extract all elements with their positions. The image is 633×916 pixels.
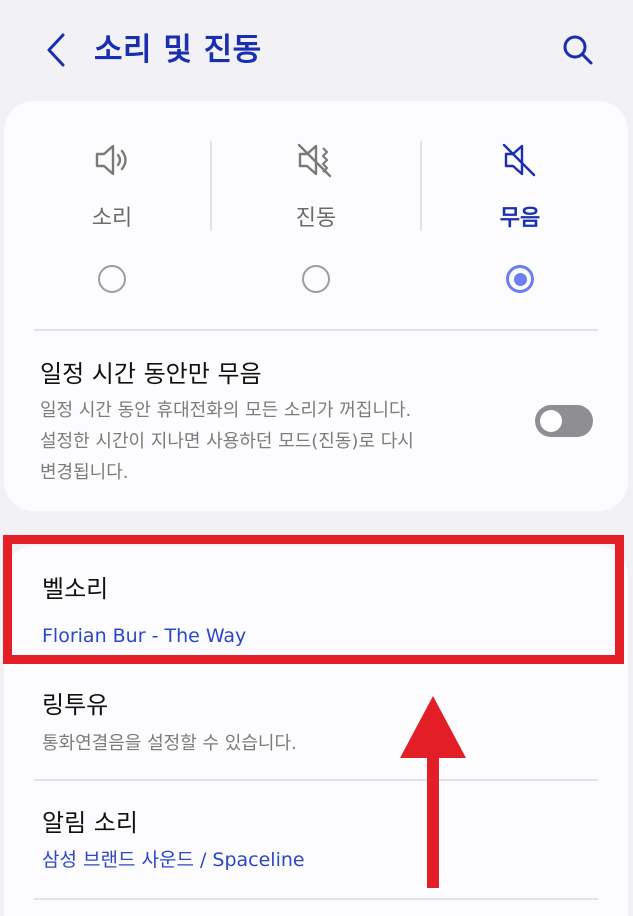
toggle-knob	[540, 410, 562, 432]
sound-settings-list: 벨소리 Florian Bur - The Way 링투유 통화연결음을 설정할…	[4, 546, 628, 916]
vibrate-icon	[296, 131, 336, 189]
mode-sound-label: 소리	[91, 206, 133, 231]
notification-sound-row[interactable]: 알림 소리 삼성 브랜드 사운드 / Spaceline	[4, 792, 628, 892]
mode-mute-radio[interactable]	[506, 265, 534, 293]
divider	[34, 329, 598, 331]
mode-sound-radio[interactable]	[98, 265, 126, 293]
mode-sound-option[interactable]: 소리	[12, 131, 212, 311]
sound-mode-card: 소리 진동 무음 일정 시간 동안만 무음 일정 시간 동안 휴대전화의 모든 …	[4, 101, 628, 511]
app-header: 소리 및 진동	[0, 0, 633, 100]
temporary-mute-toggle[interactable]	[535, 405, 593, 437]
ringtoyou-desc: 통화연결음을 설정할 수 있습니다.	[42, 733, 297, 754]
temporary-mute-desc-line2: 설정한 시간이 지나면 사용하던 모드(진동)로 다시	[40, 431, 414, 452]
notification-sound-title: 알림 소리	[42, 809, 138, 837]
search-button[interactable]	[558, 28, 598, 72]
divider	[34, 898, 598, 900]
search-icon	[563, 35, 593, 65]
ringtoyou-title: 링투유	[42, 691, 109, 719]
ringtone-value: Florian Bur - The Way	[42, 625, 247, 647]
page-title: 소리 및 진동	[94, 32, 262, 68]
mode-vibrate-label: 진동	[295, 206, 337, 231]
notification-sound-value: 삼성 브랜드 사운드 / Spaceline	[42, 849, 305, 871]
mode-mute-option[interactable]: 무음	[420, 131, 620, 311]
temporary-mute-desc-line3: 변경됩니다.	[40, 462, 129, 483]
mode-vibrate-radio[interactable]	[302, 265, 330, 293]
temporary-mute-title: 일정 시간 동안만 무음	[40, 360, 262, 388]
mode-divider	[210, 141, 212, 231]
chevron-left-icon	[47, 33, 65, 67]
ringtone-row[interactable]: 벨소리 Florian Bur - The Way	[4, 558, 628, 662]
mute-icon	[500, 131, 540, 189]
speaker-icon	[92, 131, 132, 189]
mode-mute-label: 무음	[499, 206, 541, 231]
ringtone-title: 벨소리	[42, 575, 109, 603]
divider	[34, 779, 598, 781]
temporary-mute-desc-line1: 일정 시간 동안 휴대전화의 모든 소리가 꺼집니다.	[40, 400, 412, 421]
ringtoyou-row[interactable]: 링투유 통화연결음을 설정할 수 있습니다.	[4, 678, 628, 778]
back-button[interactable]	[36, 28, 76, 72]
mode-vibrate-option[interactable]: 진동	[216, 131, 416, 311]
